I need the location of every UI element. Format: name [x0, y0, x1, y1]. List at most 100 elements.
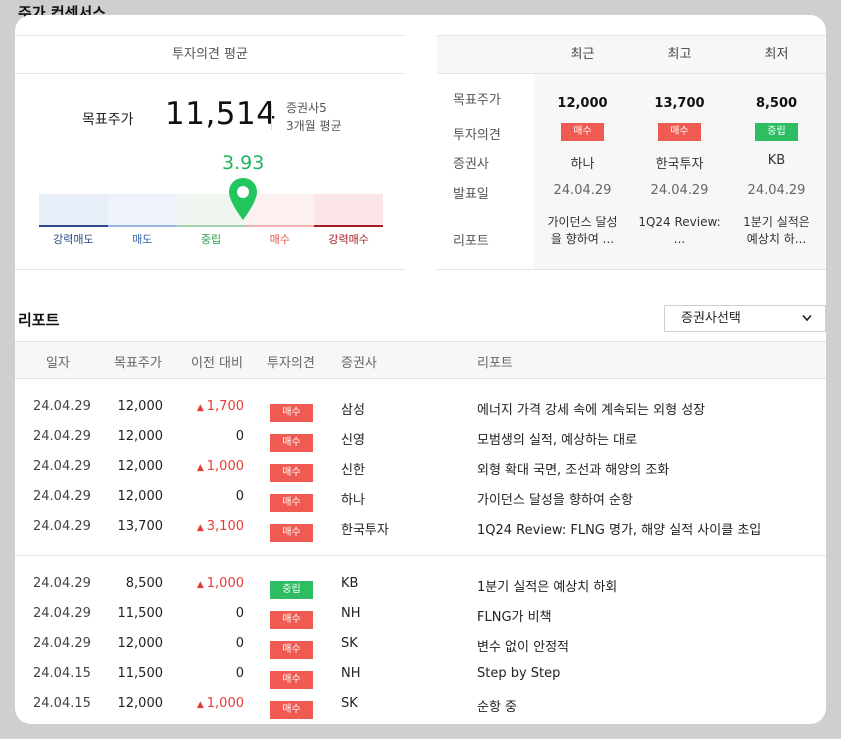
row-change: ▲ 3,100	[175, 519, 244, 534]
row-change-value: 3,100	[206, 519, 244, 534]
row-change: 0	[175, 429, 244, 444]
summary-report-link[interactable]: 1Q24 Review:...	[631, 214, 728, 248]
broker-select-label: 증권사선택	[681, 311, 741, 326]
opinion-badge: 매수	[270, 671, 313, 689]
triangle-up-icon: ▲	[196, 700, 204, 710]
row-date: 24.04.29	[33, 636, 91, 651]
row-broker: NH	[341, 666, 361, 681]
header-change: 이전 대비	[191, 356, 243, 371]
summary-report-line: 예상치 하...	[746, 232, 807, 246]
summary-report-line: 1분기 실적은	[743, 215, 810, 229]
opinion-scale	[39, 194, 383, 227]
table-row[interactable]: 24.04.29 12,000 ▲ 1,000 매수 신한 외형 확대 국면, 조선과 해양…	[15, 452, 826, 482]
table-row[interactable]: 24.04.15 11,500 0 매수 NH Step by Step	[15, 659, 826, 689]
row-target-price: 11,500	[117, 606, 164, 621]
row-date: 24.04.29	[33, 519, 91, 534]
row-broker: SK	[341, 696, 358, 711]
row-report-title[interactable]: 1Q24 Review: FLNG 명가, 해양 실적 사이클 초입	[477, 519, 761, 538]
opinion-badge: 매수	[658, 123, 701, 141]
summary-broker: 하나	[570, 157, 595, 172]
triangle-up-icon: ▲	[196, 580, 204, 590]
opinion-band-label: 강력매도	[53, 233, 94, 246]
table-row[interactable]: 24.04.29 12,000 0 매수 하나 가이던스 달성을 향하여 순항	[15, 482, 826, 512]
row-change: ▲ 1,000	[175, 459, 244, 474]
row-broker: 신한	[341, 463, 365, 478]
row-broker: 삼성	[341, 403, 365, 418]
row-change: 0	[175, 666, 244, 681]
opinion-band	[314, 194, 383, 227]
table-row[interactable]: 24.04.29 8,500 ▲ 1,000 중립 KB 1분기 실적은 예상치 하회	[15, 569, 826, 599]
table-row[interactable]: 24.04.15 12,000 ▲ 1,000 매수 SK 순항 중	[15, 689, 826, 719]
summary-table: 최근 최고 최저 목표주가 투자의견 증권사 발표일 리포트 12,000 매수 하나 24.04.2…	[437, 35, 826, 270]
table-row[interactable]: 24.04.29 12,000 0 매수 신영 모범생의 실적, 예상하는 대로	[15, 422, 826, 452]
summary-report-link[interactable]: 1분기 실적은예상치 하...	[728, 214, 825, 248]
summary-opinion: 매수	[631, 123, 728, 141]
row-report-title[interactable]: 1분기 실적은 예상치 하회	[477, 576, 617, 595]
row-change-value: 1,000	[206, 459, 244, 474]
summary-date: 24.04.29	[650, 183, 709, 198]
triangle-up-icon: ▲	[196, 403, 204, 413]
table-row[interactable]: 24.04.29 12,000 ▲ 1,700 매수 삼성 에너지 가격 강세 속에 계속되…	[15, 392, 826, 422]
broker-count: 증권사5	[286, 101, 327, 115]
summary-column-header: 최고	[667, 47, 692, 62]
row-change: 0	[175, 606, 244, 621]
row-target-price: 8,500	[125, 576, 163, 591]
row-target-price: 12,000	[117, 399, 164, 414]
row-broker: 한국투자	[341, 523, 389, 538]
table-row[interactable]: 24.04.29 12,000 0 매수 SK 변수 없이 안정적	[15, 629, 826, 659]
row-change-value: 0	[235, 489, 244, 504]
header-report: 리포트	[477, 356, 513, 371]
summary-report-link[interactable]: 가이던스 달성 을 향하여 ...	[534, 214, 631, 248]
row-date: 24.04.29	[33, 429, 91, 444]
row-target-price: 12,000	[117, 696, 164, 711]
row-change: 0	[175, 489, 244, 504]
opinion-badge: 매수	[270, 524, 313, 542]
row-change-value: 1,700	[206, 399, 244, 414]
row-report-title[interactable]: 변수 없이 안정적	[477, 636, 569, 655]
summary-broker: 한국투자	[655, 157, 704, 172]
row-target-price: 12,000	[117, 636, 164, 651]
row-change: ▲ 1,700	[175, 399, 244, 414]
row-change-value: 0	[235, 666, 244, 681]
row-report-title[interactable]: 에너지 가격 강세 속에 계속되는 외형 성장	[477, 399, 705, 418]
row-report-title[interactable]: 외형 확대 국면, 조선과 해양의 조화	[477, 459, 669, 478]
consensus-panel: 투자의견 평균 목표주가 11,514 증권사5 3개월 평균 3.93 강력매…	[15, 35, 405, 270]
header-date: 일자	[46, 356, 70, 371]
row-report-title[interactable]: Step by Step	[477, 666, 560, 681]
opinion-badge: 매수	[270, 464, 313, 482]
opinion-band-label: 매도	[132, 233, 153, 246]
divider	[271, 104, 272, 130]
row-report-title[interactable]: 모범생의 실적, 예상하는 대로	[477, 429, 637, 448]
row-report-title[interactable]: 순항 중	[477, 696, 517, 715]
row-target-price: 11,500	[117, 666, 164, 681]
summary-date: 24.04.29	[553, 183, 612, 198]
row-broker: 하나	[341, 493, 365, 508]
opinion-band	[39, 194, 108, 227]
summary-row-label: 발표일	[453, 187, 489, 202]
summary-column-header: 최근	[570, 47, 595, 62]
row-change-value: 0	[235, 606, 244, 621]
opinion-badge: 매수	[270, 404, 313, 422]
table-row[interactable]: 24.04.29 11,500 0 매수 NH FLNG가 비책	[15, 599, 826, 629]
row-report-title[interactable]: FLNG가 비책	[477, 606, 552, 625]
header-broker: 증권사	[341, 356, 377, 371]
consensus-card: 투자의견 평균 목표주가 11,514 증권사5 3개월 평균 3.93 강력매…	[15, 15, 826, 724]
row-target-price: 13,700	[117, 519, 164, 534]
row-date: 24.04.29	[33, 399, 91, 414]
row-broker: NH	[341, 606, 361, 621]
row-broker: KB	[341, 576, 359, 591]
row-report-title[interactable]: 가이던스 달성을 향하여 순항	[477, 489, 633, 508]
table-row[interactable]: 24.04.29 13,700 ▲ 3,100 매수 한국투자 1Q24 Review: F…	[15, 512, 826, 542]
summary-column-header: 최저	[764, 47, 789, 62]
row-date: 24.04.29	[33, 459, 91, 474]
summary-target-price: 12,000	[557, 96, 608, 111]
location-pin-icon	[229, 178, 257, 220]
average-period: 3개월 평균	[286, 119, 342, 133]
opinion-badge: 매수	[270, 641, 313, 659]
opinion-badge: 매수	[270, 701, 313, 719]
broker-select[interactable]: 증권사선택	[664, 305, 826, 332]
row-change-value: 1,000	[206, 696, 244, 711]
opinion-score: 3.93	[222, 152, 265, 174]
chevron-down-icon	[802, 314, 812, 322]
opinion-band-label: 매수	[269, 233, 290, 246]
